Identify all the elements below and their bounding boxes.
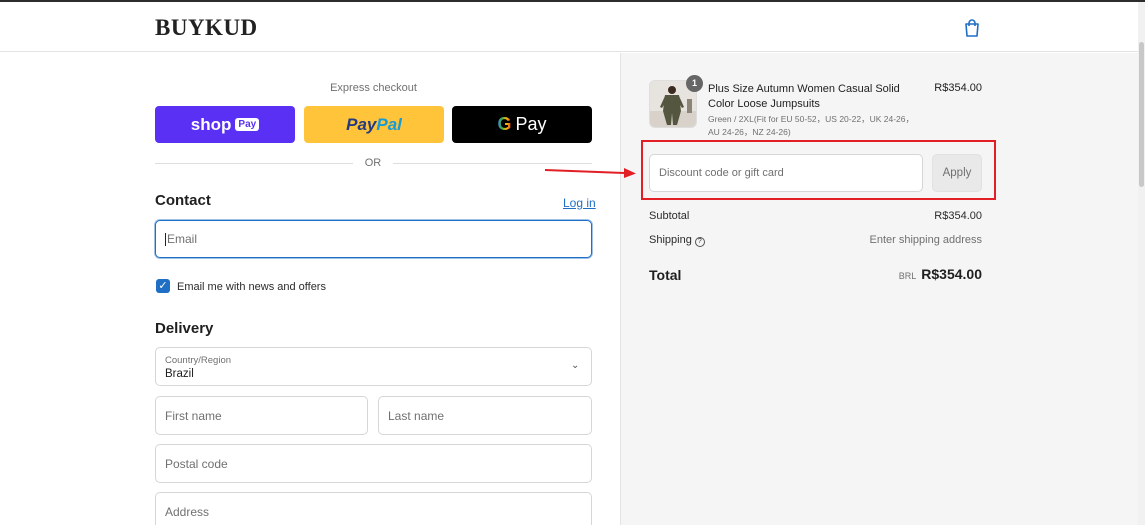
quantity-badge: 1: [686, 75, 703, 92]
country-label: Country/Region: [165, 355, 232, 366]
paypal-button[interactable]: Pay Pal: [304, 106, 444, 143]
postal-code-field[interactable]: Postal code: [155, 444, 592, 483]
address-field[interactable]: Address: [155, 492, 592, 525]
email-field[interactable]: Email: [155, 220, 592, 258]
log-in-link[interactable]: Log in: [563, 196, 596, 210]
contact-title: Contact: [155, 192, 211, 209]
express-checkout-label: Express checkout: [330, 82, 417, 94]
annotation-arrow-icon: [544, 168, 636, 178]
newsletter-checkbox[interactable]: ✓: [156, 279, 170, 293]
country-select[interactable]: Country/Region Brazil ⌄: [155, 347, 592, 386]
first-name-field[interactable]: First name: [155, 396, 368, 435]
product-variant: Green / 2XL(Fit for EU 50-52，US 20-22，UK…: [708, 114, 914, 137]
newsletter-label[interactable]: Email me with news and offers: [177, 281, 326, 293]
country-value: Brazil: [165, 368, 194, 380]
total-currency: BRL: [898, 271, 917, 281]
or-text: OR: [364, 157, 382, 169]
address-placeholder: Address: [165, 504, 210, 519]
scrollbar[interactable]: [1138, 2, 1145, 525]
shop-pay-button[interactable]: shop Pay: [155, 106, 295, 143]
paypal-word-part2: Pal: [376, 114, 402, 134]
total-label: Total: [649, 267, 682, 283]
last-name-field[interactable]: Last name: [378, 396, 592, 435]
subtotal-label: Subtotal: [649, 210, 690, 222]
postal-code-placeholder: Postal code: [165, 456, 228, 471]
email-placeholder: Email: [167, 232, 198, 246]
divider-line-left: [155, 163, 353, 164]
paypal-word-part1: Pay: [346, 114, 377, 134]
shipping-label: Shipping: [649, 234, 692, 246]
last-name-placeholder: Last name: [388, 408, 445, 423]
shipping-value: Enter shipping address: [869, 234, 982, 246]
delivery-title: Delivery: [155, 320, 214, 337]
subtotal-value: R$354.00: [934, 210, 982, 222]
scrollbar-thumb[interactable]: [1139, 42, 1144, 187]
annotation-highlight-box: [641, 140, 996, 200]
total-row-value: BRL R$354.00: [782, 266, 982, 284]
chevron-down-icon: ⌄: [571, 360, 580, 371]
shop-pay-badge: Pay: [235, 118, 260, 131]
total-amount: R$354.00: [921, 266, 982, 282]
product-title: Plus Size Autumn Women Casual Solid Colo…: [708, 83, 900, 110]
text-caret: [165, 232, 166, 246]
or-divider: OR: [155, 156, 592, 170]
header: BUYKUD: [0, 2, 1145, 52]
shipping-row: Shipping?: [649, 234, 705, 247]
shop-pay-word: shop: [190, 114, 232, 134]
shopping-bag-icon[interactable]: [963, 18, 981, 38]
store-logo[interactable]: BUYKUD: [155, 15, 258, 41]
first-name-placeholder: First name: [165, 408, 222, 423]
google-pay-button[interactable]: G Pay: [452, 106, 592, 143]
google-pay-word: Pay: [515, 114, 547, 134]
help-circle-icon[interactable]: ?: [694, 237, 705, 247]
google-g-icon: G: [497, 114, 512, 134]
product-price: R$354.00: [934, 82, 982, 94]
